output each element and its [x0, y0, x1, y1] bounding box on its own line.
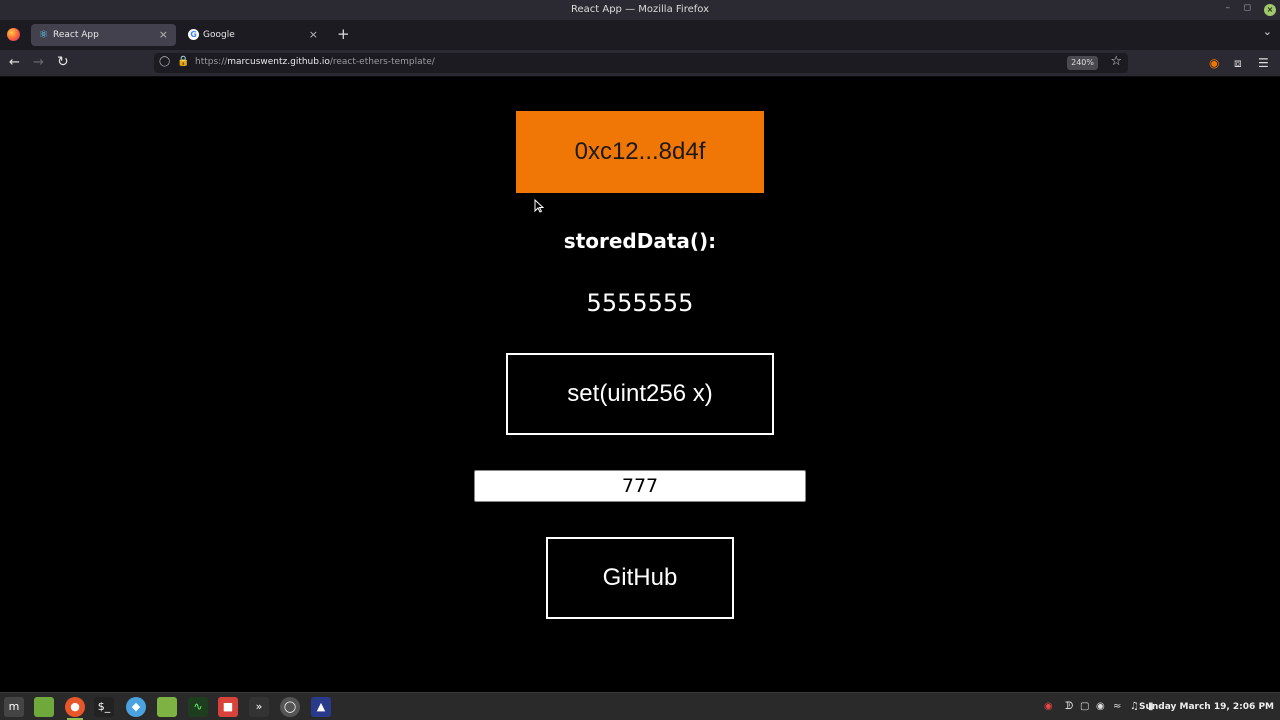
security-shield-icon[interactable]: ◉ [1096, 701, 1105, 712]
mouse-cursor-icon [534, 199, 544, 213]
system-monitor-icon[interactable]: ∿ [188, 697, 208, 717]
tab-react-app[interactable]: ⚛ React App × [31, 24, 176, 46]
react-icon: ⚛ [38, 28, 49, 41]
new-tab-icon[interactable]: + [337, 25, 350, 43]
chevron-down-icon[interactable]: ⌄ [1263, 25, 1272, 38]
url-scheme: https:// [195, 57, 228, 67]
terminal-icon[interactable]: $_ [94, 697, 114, 717]
bookmark-star-icon[interactable]: ☆ [1110, 54, 1122, 69]
url-host: marcuswentz.github.io [227, 57, 330, 67]
window-titlebar: React App — Mozilla Firefox – ◻ × [0, 0, 1280, 20]
firefox-view-icon[interactable] [7, 28, 20, 41]
hamburger-menu-icon[interactable]: ☰ [1258, 56, 1269, 70]
taskbar: m ● $_ ◆ ∿ ■ » ◯ ▲ ◉ ᗫ ▢ ◉ ≈ ♫ ▮ Sunday … [0, 692, 1280, 720]
back-icon[interactable]: ← [9, 55, 20, 70]
record-icon[interactable]: ◉ [1044, 701, 1053, 712]
close-window-icon[interactable]: × [1264, 4, 1276, 16]
shield-icon[interactable]: ◯ [159, 56, 170, 67]
close-tab-icon[interactable]: × [309, 28, 318, 41]
media-icon[interactable]: » [249, 697, 269, 717]
stored-data-value: 5555555 [586, 289, 694, 317]
extension-icon[interactable]: ◉ [1209, 56, 1219, 70]
show-desktop-icon[interactable] [34, 697, 54, 717]
url-path: /react-ethers-template/ [329, 57, 435, 67]
zoom-level-button[interactable]: 240% [1067, 56, 1098, 70]
tab-label: React App [53, 30, 99, 40]
files-icon[interactable] [157, 697, 177, 717]
url-text[interactable]: https://marcuswentz.github.io/react-ethe… [195, 57, 435, 67]
app-blue-icon[interactable]: ▲ [311, 697, 331, 717]
app-red-icon[interactable]: ■ [218, 697, 238, 717]
lock-icon[interactable]: 🔒 [177, 56, 189, 67]
tab-label: Google [203, 30, 235, 40]
tab-google[interactable]: G Google × [181, 24, 326, 46]
extensions-puzzle-icon[interactable]: ⧈ [1234, 56, 1242, 71]
account-button[interactable]: 0xc12...8d4f [516, 111, 764, 193]
tab-strip: ⚛ React App × G Google × [0, 20, 1280, 50]
navigation-toolbar: ← → ↻ ◯ 🔒 https://marcuswentz.github.io/… [0, 50, 1280, 77]
volume-icon[interactable]: ♫ [1130, 701, 1139, 712]
window-title: React App — Mozilla Firefox [570, 4, 709, 15]
set-button[interactable]: set(uint256 x) [506, 353, 774, 435]
value-input[interactable] [474, 470, 806, 502]
vscodium-icon[interactable]: ◆ [126, 697, 146, 717]
start-menu-icon[interactable]: m [4, 697, 24, 717]
bluetooth-icon[interactable]: ᗫ [1065, 701, 1073, 712]
github-button[interactable]: GitHub [546, 537, 734, 619]
url-bar[interactable]: ◯ 🔒 https://marcuswentz.github.io/react-… [154, 53, 1128, 73]
obs-icon[interactable]: ◯ [280, 697, 300, 717]
page-content: 0xc12...8d4f storedData(): 5555555 set(u… [0, 78, 1280, 692]
stored-data-label: storedData(): [563, 229, 717, 253]
maximize-icon[interactable]: ◻ [1244, 3, 1251, 13]
reload-icon[interactable]: ↻ [57, 54, 69, 70]
firefox-icon[interactable]: ● [65, 697, 85, 720]
forward-icon[interactable]: → [33, 55, 44, 70]
wifi-icon[interactable]: ≈ [1113, 701, 1121, 712]
taskbar-clock[interactable]: Sunday March 19, 2:06 PM [1139, 702, 1274, 712]
clipboard-icon[interactable]: ▢ [1080, 701, 1089, 712]
google-icon: G [188, 29, 199, 40]
minimize-icon[interactable]: – [1226, 3, 1231, 13]
close-tab-icon[interactable]: × [159, 28, 168, 41]
